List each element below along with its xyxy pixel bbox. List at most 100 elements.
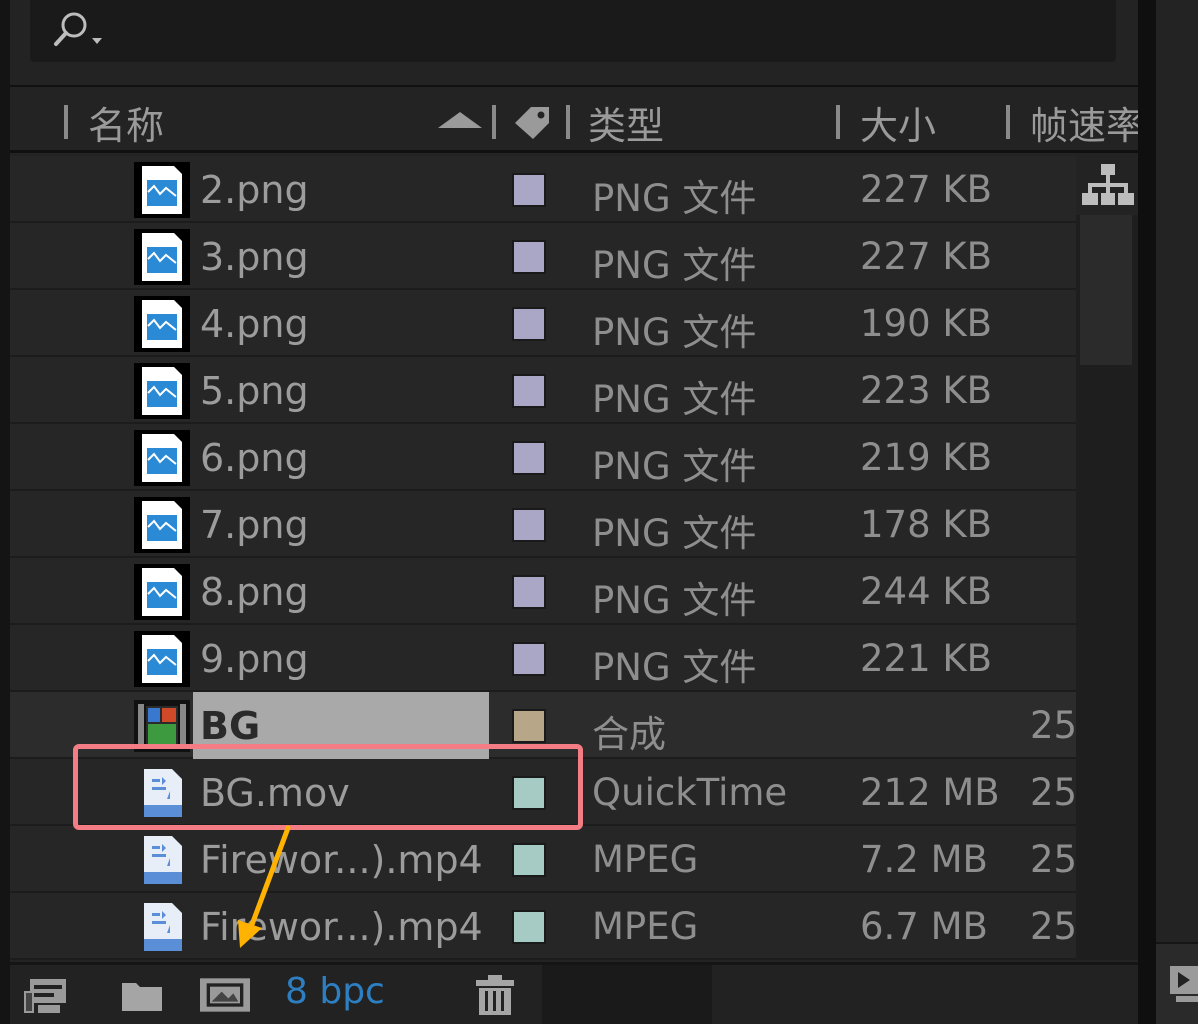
column-header: 名称 类型 大小 帧速率 <box>10 85 1138 153</box>
item-type: PNG 文件 <box>592 311 757 354</box>
item-name: 6.png <box>200 436 309 480</box>
project-item-row[interactable]: 3.png PNG 文件 227 KB <box>10 223 1076 290</box>
png-file-icon <box>134 363 190 419</box>
panel-divider[interactable] <box>1138 0 1156 1024</box>
project-item-row[interactable]: 2.png PNG 文件 227 KB <box>10 156 1076 223</box>
item-size: 227 KB <box>860 235 993 278</box>
search-area <box>10 0 1138 85</box>
project-item-list: 2.png PNG 文件 227 KB 3.png PNG 文件 227 KB <box>10 156 1078 960</box>
footer-spacer <box>542 965 712 1024</box>
panel-footer: 8 bpc <box>10 962 1138 1024</box>
label-color-swatch[interactable] <box>512 441 546 475</box>
flowchart-icon[interactable] <box>1080 160 1136 212</box>
item-name: 9.png <box>200 637 309 681</box>
item-type: MPEG <box>592 838 699 881</box>
item-name: 7.png <box>200 503 309 547</box>
project-item-row[interactable]: 4.png PNG 文件 190 KB <box>10 290 1076 357</box>
item-size: 212 MB <box>860 771 1000 814</box>
video-file-icon <box>144 836 182 884</box>
item-type: PNG 文件 <box>592 378 757 421</box>
new-folder-icon[interactable] <box>118 973 168 1017</box>
trash-icon[interactable] <box>470 973 520 1017</box>
item-size: 7.2 MB <box>860 838 988 881</box>
item-name: 5.png <box>200 369 309 413</box>
project-item-row[interactable]: 9.png PNG 文件 221 KB <box>10 625 1076 692</box>
label-tag-icon[interactable] <box>507 101 555 145</box>
label-color-swatch[interactable] <box>512 843 546 877</box>
item-name: 8.png <box>200 570 309 614</box>
item-name: 3.png <box>200 235 309 279</box>
item-size: 219 KB <box>860 436 993 479</box>
column-separator[interactable] <box>836 105 840 139</box>
project-item-row[interactable]: Firewor...).mp4 MPEG 6.7 MB 25 <box>10 893 1078 960</box>
png-file-icon <box>134 564 190 620</box>
item-name: 4.png <box>200 302 309 346</box>
label-color-swatch[interactable] <box>512 374 546 408</box>
item-type: PNG 文件 <box>592 177 757 220</box>
png-file-icon <box>134 430 190 486</box>
label-color-swatch[interactable] <box>512 642 546 676</box>
project-item-row[interactable]: 5.png PNG 文件 223 KB <box>10 357 1076 424</box>
left-edge <box>0 0 10 1024</box>
adjacent-panel-footer <box>1156 942 1198 1024</box>
item-size: 227 KB <box>860 168 993 211</box>
label-color-swatch[interactable] <box>512 173 546 207</box>
column-header-fps[interactable]: 帧速率 <box>1030 95 1138 150</box>
bit-depth-button[interactable]: 8 bpc <box>285 971 385 1012</box>
label-color-swatch[interactable] <box>512 709 546 743</box>
png-file-icon <box>134 229 190 285</box>
item-fps: 25 <box>1030 771 1078 814</box>
item-type: PNG 文件 <box>592 579 757 622</box>
project-item-row[interactable]: Firewor...).mp4 MPEG 7.2 MB 25 <box>10 826 1078 893</box>
column-separator[interactable] <box>64 105 68 139</box>
png-file-icon <box>134 497 190 553</box>
project-item-row[interactable]: 8.png PNG 文件 244 KB <box>10 558 1076 625</box>
column-header-type[interactable]: 类型 <box>588 95 664 150</box>
label-color-swatch[interactable] <box>512 910 546 944</box>
column-separator[interactable] <box>1006 105 1010 139</box>
item-fps: 25 <box>1030 905 1078 948</box>
item-name[interactable]: BG <box>200 704 260 748</box>
sort-ascending-icon[interactable] <box>438 112 482 128</box>
column-header-size[interactable]: 大小 <box>860 95 936 150</box>
item-fps: 25 <box>1030 704 1078 747</box>
png-file-icon <box>134 162 190 218</box>
video-file-icon <box>144 903 182 951</box>
item-type: PNG 文件 <box>592 445 757 488</box>
search-icon[interactable] <box>48 8 108 52</box>
item-type: 合成 <box>592 713 666 756</box>
column-header-name[interactable]: 名称 <box>88 95 164 150</box>
item-name: Firewor...).mp4 <box>200 905 483 949</box>
annotation-highlight-box <box>73 744 583 830</box>
label-color-swatch[interactable] <box>512 307 546 341</box>
label-color-swatch[interactable] <box>512 240 546 274</box>
adjacent-panel <box>1156 0 1198 1024</box>
item-type: MPEG <box>592 905 699 948</box>
item-name: 2.png <box>200 168 309 212</box>
new-composition-icon[interactable] <box>200 973 250 1017</box>
project-item-row[interactable]: 7.png PNG 文件 178 KB <box>10 491 1076 558</box>
label-color-swatch[interactable] <box>512 575 546 609</box>
render-queue-icon[interactable] <box>1168 964 1198 1004</box>
png-file-icon <box>134 631 190 687</box>
item-type: QuickTime <box>592 771 788 814</box>
item-size: 178 KB <box>860 503 993 546</box>
column-separator[interactable] <box>566 105 570 139</box>
item-size: 190 KB <box>860 302 993 345</box>
item-type: PNG 文件 <box>592 244 757 287</box>
scrollbar-thumb[interactable] <box>1080 215 1132 365</box>
item-size: 6.7 MB <box>860 905 988 948</box>
interpret-footage-icon[interactable] <box>22 973 72 1017</box>
item-type: PNG 文件 <box>592 646 757 689</box>
project-item-row[interactable]: 6.png PNG 文件 219 KB <box>10 424 1076 491</box>
label-color-swatch[interactable] <box>512 508 546 542</box>
item-size: 223 KB <box>860 369 993 412</box>
png-file-icon <box>134 296 190 352</box>
search-input[interactable] <box>30 0 1116 62</box>
project-panel: 名称 类型 大小 帧速率 2.png PNG 文件 227 KB 3.png P… <box>10 0 1138 1024</box>
column-separator[interactable] <box>492 105 496 139</box>
item-type: PNG 文件 <box>592 512 757 555</box>
item-fps: 25 <box>1030 838 1078 881</box>
item-size: 221 KB <box>860 637 993 680</box>
item-size: 244 KB <box>860 570 993 613</box>
